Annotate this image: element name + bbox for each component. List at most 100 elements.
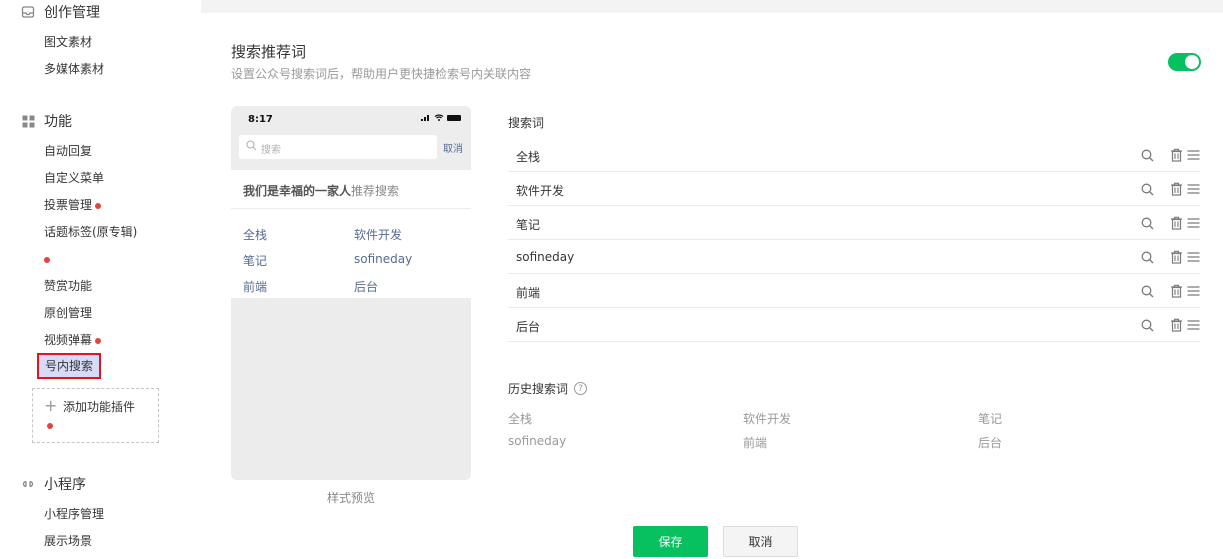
- keyword-text: 后台: [516, 320, 541, 334]
- preview-chip: 软件开发: [354, 228, 403, 242]
- drag-handle-icon[interactable]: [1185, 283, 1201, 299]
- enable-toggle[interactable]: [1168, 53, 1201, 71]
- sidebar-item-in-account-search[interactable]: 号内搜索: [37, 353, 102, 379]
- status-icons: [421, 114, 461, 121]
- history-item: sofineday: [508, 434, 567, 448]
- page-subtitle: 设置公众号搜索词后，帮助用户更快捷检索号内关联内容: [231, 67, 532, 81]
- preview-chip: 笔记: [243, 254, 268, 268]
- history-item: 前端: [743, 436, 768, 450]
- sidebar-item-image-text[interactable]: 图文素材: [44, 34, 92, 50]
- recommend-heading: 我们是幸福的一家人推荐搜索: [243, 182, 399, 199]
- history-label-text: 历史搜索词: [508, 382, 569, 396]
- new-badge-dot: [44, 256, 50, 263]
- page-title: 搜索推荐词: [231, 43, 307, 61]
- preview-caption: 样式预览: [327, 491, 376, 505]
- divider: [231, 208, 471, 209]
- trash-icon[interactable]: [1168, 215, 1184, 231]
- keyword-row: 前端: [508, 274, 1200, 308]
- help-icon[interactable]: ?: [574, 382, 588, 395]
- phone-header: 8:17 搜索 取消: [231, 106, 471, 170]
- sidebar-item-custom-menu[interactable]: 自定义菜单: [44, 170, 104, 186]
- search-icon[interactable]: [1139, 147, 1155, 163]
- account-name: 我们是幸福的一家人: [243, 184, 352, 198]
- keyword-text: 软件开发: [516, 184, 565, 198]
- keyword-text: 笔记: [516, 218, 541, 232]
- toggle-knob: [1185, 55, 1199, 69]
- search-icon[interactable]: [1139, 215, 1155, 231]
- drag-handle-icon[interactable]: [1185, 317, 1201, 333]
- sidebar-item-video-danmaku[interactable]: 视频弹幕: [44, 332, 102, 348]
- search-icon[interactable]: [1139, 283, 1155, 299]
- preview-chip: 全栈: [243, 228, 268, 242]
- keyword-row: 全栈: [508, 138, 1200, 172]
- sidebar: 创作管理 图文素材 多媒体素材 功能 自动回复 自定义菜单 投票管理 话题标签(…: [0, 0, 201, 559]
- trash-icon[interactable]: [1168, 283, 1184, 299]
- history-item: 全栈: [508, 412, 533, 426]
- phone-recommend-card: 我们是幸福的一家人推荐搜索 全栈 软件开发 笔记 sofineday 前端 后台: [231, 170, 471, 298]
- sidebar-item-vote[interactable]: 投票管理: [44, 197, 102, 213]
- history-label: 历史搜索词 ?: [508, 380, 588, 397]
- sidebar-item-original[interactable]: 原创管理: [44, 305, 92, 321]
- trash-icon[interactable]: [1168, 147, 1184, 163]
- history-item: 笔记: [978, 412, 1003, 426]
- trash-icon[interactable]: [1168, 181, 1184, 197]
- drag-handle-icon[interactable]: [1185, 215, 1201, 231]
- sidebar-group-title: 创作管理: [44, 5, 100, 21]
- save-button[interactable]: 保存: [633, 526, 708, 557]
- sidebar-item-miniprogram-manage[interactable]: 小程序管理: [44, 506, 104, 522]
- drag-handle-icon[interactable]: [1185, 249, 1201, 265]
- new-badge-dot: [47, 423, 53, 429]
- keyword-row: 软件开发: [508, 172, 1200, 206]
- sidebar-item-label: 视频弹幕: [44, 333, 93, 347]
- sidebar-group-title: 功能: [44, 114, 72, 130]
- status-time: 8:17: [248, 114, 273, 125]
- sidebar-group-creation: 创作管理: [20, 2, 100, 22]
- trash-icon[interactable]: [1168, 249, 1184, 265]
- sidebar-item-reward[interactable]: 赞赏功能: [44, 278, 92, 294]
- sidebar-item-topic-tags[interactable]: 话题标签(原专辑): [44, 224, 137, 240]
- sidebar-group-title: 小程序: [44, 477, 86, 493]
- preview-chip: 后台: [354, 280, 379, 294]
- phone-cancel-text: 取消: [443, 144, 463, 155]
- main-panel: 搜索推荐词 设置公众号搜索词后，帮助用户更快捷检索号内关联内容 8:17 搜索 …: [201, 13, 1223, 559]
- cancel-button[interactable]: 取消: [723, 526, 798, 557]
- history-item: 软件开发: [743, 412, 792, 426]
- sidebar-item-display-scene[interactable]: 展示场景: [44, 533, 92, 549]
- keyword-text: 全栈: [516, 150, 541, 164]
- keywords-label: 搜索词: [508, 116, 545, 130]
- phone-search-placeholder: 搜索: [261, 145, 281, 156]
- keyword-row: 后台: [508, 308, 1200, 342]
- sidebar-item-label: 投票管理: [44, 198, 93, 212]
- inbox-icon: [20, 4, 36, 20]
- sidebar-item-auto-reply[interactable]: 自动回复: [44, 143, 92, 159]
- link-icon: [20, 476, 36, 492]
- keyword-text: 前端: [516, 286, 541, 300]
- trash-icon[interactable]: [1168, 317, 1184, 333]
- keyword-row: 笔记: [508, 206, 1200, 240]
- sidebar-item-multimedia[interactable]: 多媒体素材: [44, 61, 104, 77]
- new-badge-dot: [95, 202, 102, 209]
- plus-icon: +: [44, 396, 58, 415]
- keyword-text: sofineday: [516, 250, 575, 264]
- battery-icon: [447, 114, 461, 121]
- recommend-label: 推荐搜索: [351, 184, 400, 198]
- add-plugin-button[interactable]: + 添加功能插件: [32, 388, 159, 443]
- sidebar-group-miniprogram: 小程序: [20, 474, 86, 494]
- search-icon[interactable]: [1139, 317, 1155, 333]
- sidebar-item-topic-tags-badge: [44, 251, 50, 267]
- phone-search-box: 搜索: [239, 135, 437, 159]
- keyword-row: sofineday: [508, 240, 1200, 274]
- search-icon[interactable]: [1139, 181, 1155, 197]
- history-item: 后台: [978, 436, 1003, 450]
- add-plugin-label: 添加功能插件: [63, 400, 136, 414]
- drag-handle-icon[interactable]: [1185, 181, 1201, 197]
- wifi-icon: [434, 114, 444, 121]
- search-icon[interactable]: [1139, 249, 1155, 265]
- phone-preview: 8:17 搜索 取消 我们是幸福的一家人推荐搜索 全栈 软件开发 笔记 sofi…: [231, 106, 471, 480]
- drag-handle-icon[interactable]: [1185, 147, 1201, 163]
- preview-chip: sofineday: [354, 252, 413, 266]
- signal-icon: [421, 115, 429, 121]
- search-icon: [246, 140, 257, 151]
- sidebar-group-features: 功能: [20, 111, 72, 131]
- new-badge-dot: [95, 337, 102, 344]
